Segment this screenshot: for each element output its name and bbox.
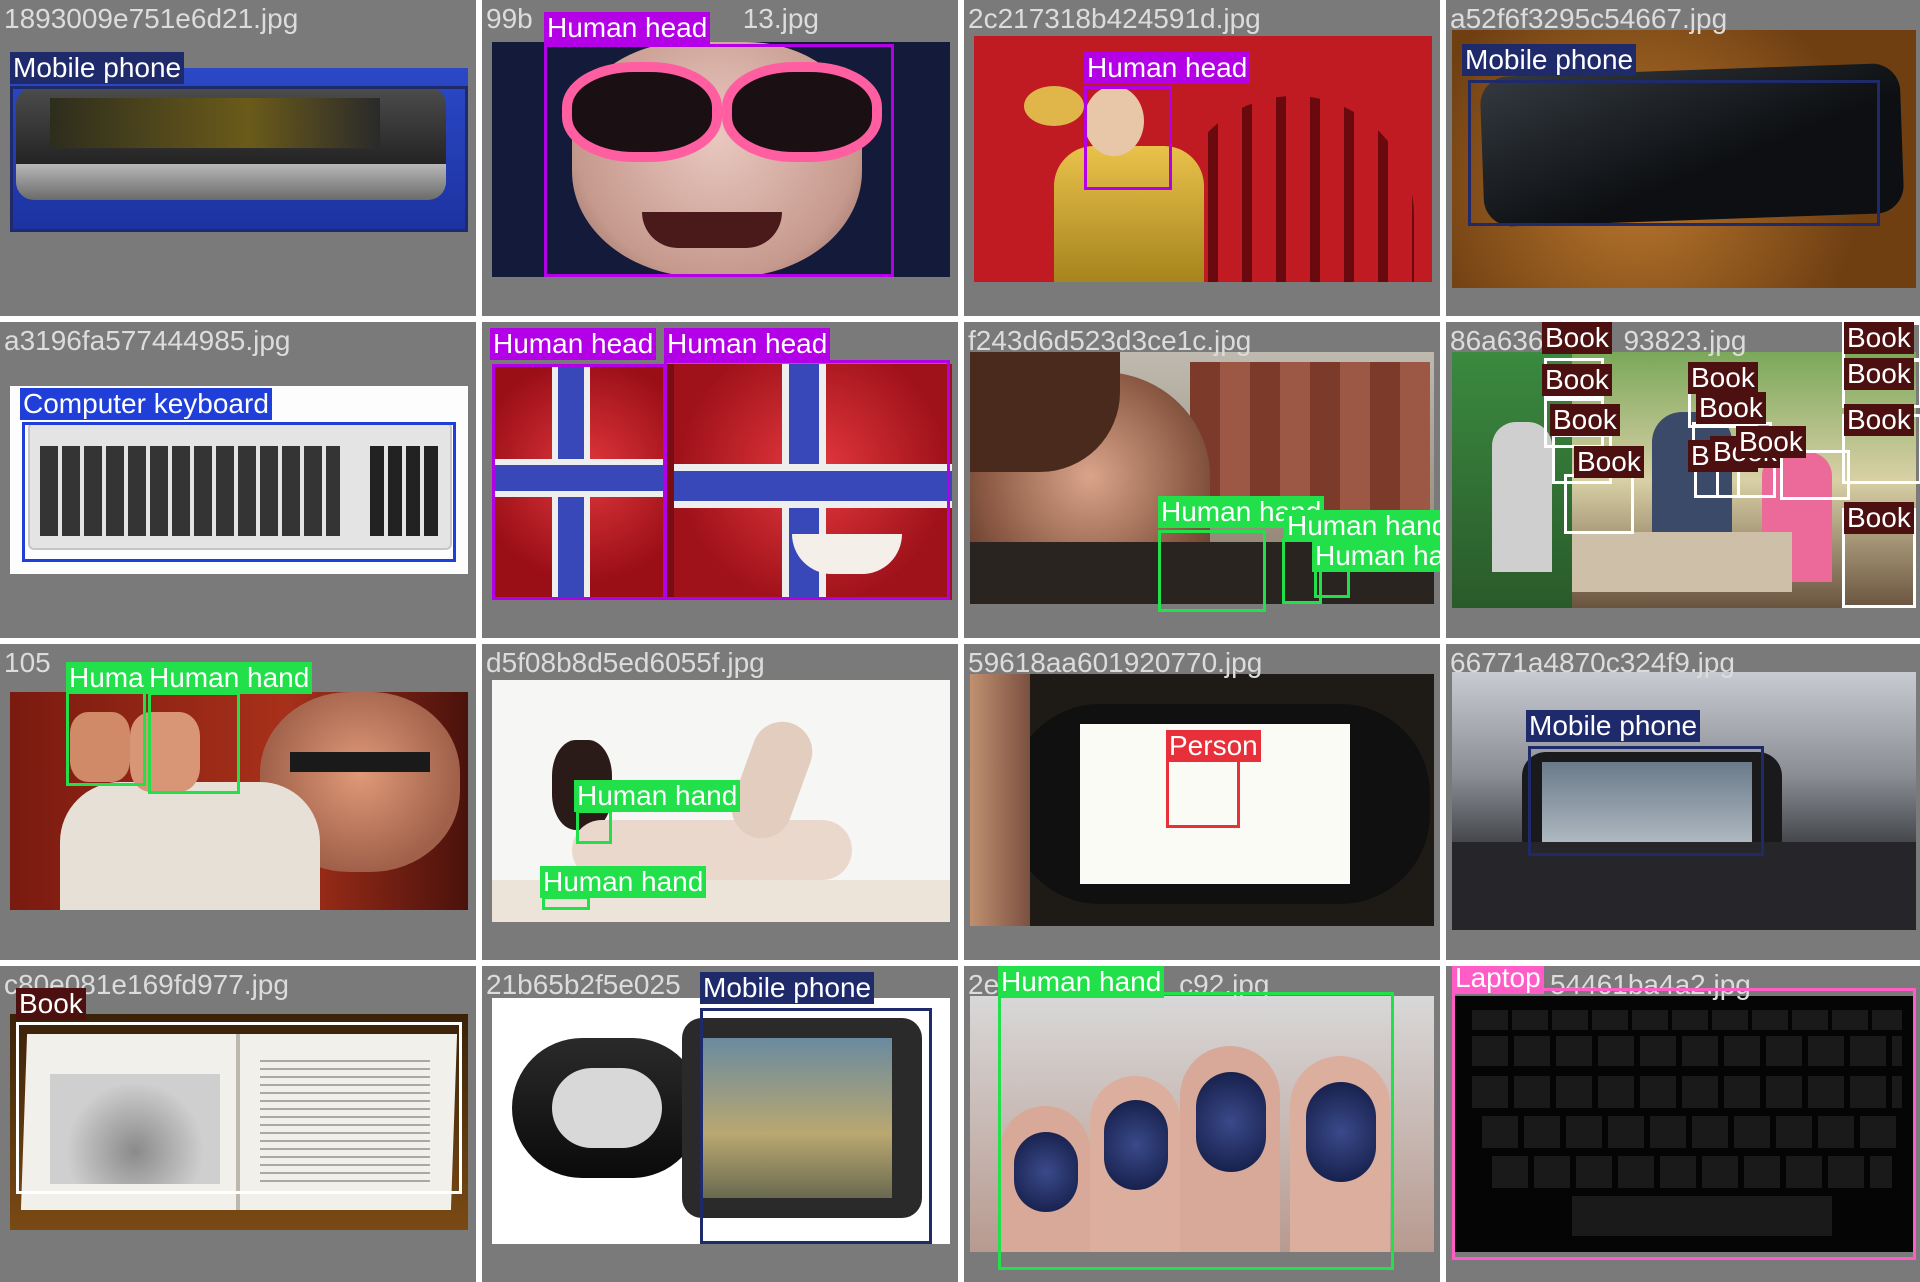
bounding-box [664,360,950,600]
tile-filename: 21b65b2f5e025 [486,969,681,1000]
result-tile[interactable]: 99b 13.jpg Human head [482,0,958,316]
class-label: Mobile phone [1526,710,1701,742]
bounding-box [1564,474,1634,534]
class-label: Human hand [1284,510,1440,542]
bounding-box [1468,80,1880,226]
class-label: Person [1166,730,1261,762]
class-label: Human hand [1312,540,1440,572]
class-label: Book [1542,322,1612,354]
bounding-box [544,44,894,277]
bounding-box [542,896,590,910]
class-label: Human head [664,328,831,360]
class-label: Book [1844,358,1914,390]
result-tile[interactable]: 86a636 93823.jpg Book Book Book Book Book… [1446,322,1920,638]
class-label: Book [1688,362,1758,394]
result-tile[interactable]: a3196fa577444985.jpg Computer keyboard [0,322,476,638]
bounding-box [1314,568,1350,598]
tile-filename: d5f08b8d5ed6055f.jpg [486,647,765,678]
bounding-box [148,692,240,794]
class-label: Book [1542,364,1612,396]
result-tile[interactable]: 105 Huma Human hand [0,644,476,960]
result-tile[interactable]: 1893009e751e6d21.jpg Mobile phone [0,0,476,316]
class-label: Human head [1084,52,1251,84]
tile-filename: 105 [4,647,51,678]
result-tile[interactable]: 66771a4870c324f9.jpg Mobile phone [1446,644,1920,960]
class-label: Mobile phone [700,972,875,1004]
bounding-box [492,364,666,600]
result-tile[interactable]: f243d6d523d3ce1c.jpg Human hand Human ha… [964,322,1440,638]
class-label: Book [1736,426,1806,458]
class-label: Huma [66,662,147,694]
result-tile[interactable]: 59618aa601920770.jpg Person [964,644,1440,960]
class-label: Book [1844,322,1914,354]
detection-results-grid: 1893009e751e6d21.jpg Mobile phone 99b 13.… [0,0,1920,1282]
bounding-box [576,810,612,844]
bounding-box [22,422,456,562]
class-label: Mobile phone [1462,44,1637,76]
result-tile[interactable]: 21b65b2f5e025 Mobile phone [482,966,958,1282]
bounding-box [700,1008,932,1244]
class-label: Human hand [574,780,741,812]
bounding-box [1452,988,1916,1260]
tile-filename: a3196fa577444985.jpg [4,325,291,356]
result-tile[interactable]: 2c217318b424591d.jpg Human head [964,0,1440,316]
bounding-box [1084,86,1172,190]
class-label: Laptop [1452,966,1544,994]
bounding-box [998,992,1394,1270]
result-tile[interactable]: 2e c92.jpg Human hand [964,966,1440,1282]
bounding-box [1528,746,1764,856]
bounding-box [66,690,146,786]
tile-filename: 2c217318b424591d.jpg [968,3,1261,34]
class-label: Book [1550,404,1620,436]
tile-filename: 1893009e751e6d21.jpg [4,3,299,34]
bounding-box [1158,530,1266,612]
tile-filename: 66771a4870c324f9.jpg [1450,647,1735,678]
class-label: Book [1844,404,1914,436]
result-tile[interactable]: 54461ba4a2.jpg Laptop [1446,966,1920,1282]
class-label: Book [1574,446,1644,478]
class-label: Human hand [146,662,313,694]
result-tile[interactable]: a52f6f3295c54667.jpg Mobile phone [1446,0,1920,316]
tile-filename: 59618aa601920770.jpg [968,647,1263,678]
class-label: Human hand [998,966,1165,998]
bounding-box [16,1022,462,1194]
result-tile[interactable]: c80e081e169fd977.jpg Book [0,966,476,1282]
tile-filename: a52f6f3295c54667.jpg [1450,3,1728,34]
result-tile[interactable]: d5f08b8d5ed6055f.jpg Human hand Human ha… [482,644,958,960]
tile-filename: f243d6d523d3ce1c.jpg [968,325,1252,356]
result-tile[interactable]: Human head Human head [482,322,958,638]
class-label: Book [1696,392,1766,424]
bounding-box [10,86,468,232]
class-label: Human head [490,328,657,360]
class-label: Computer keyboard [20,388,272,420]
class-label: Mobile phone [10,52,185,84]
class-label: Book [16,988,86,1020]
class-label: Human head [544,12,711,44]
class-label: Human hand [540,866,707,898]
class-label: Book [1844,502,1914,534]
